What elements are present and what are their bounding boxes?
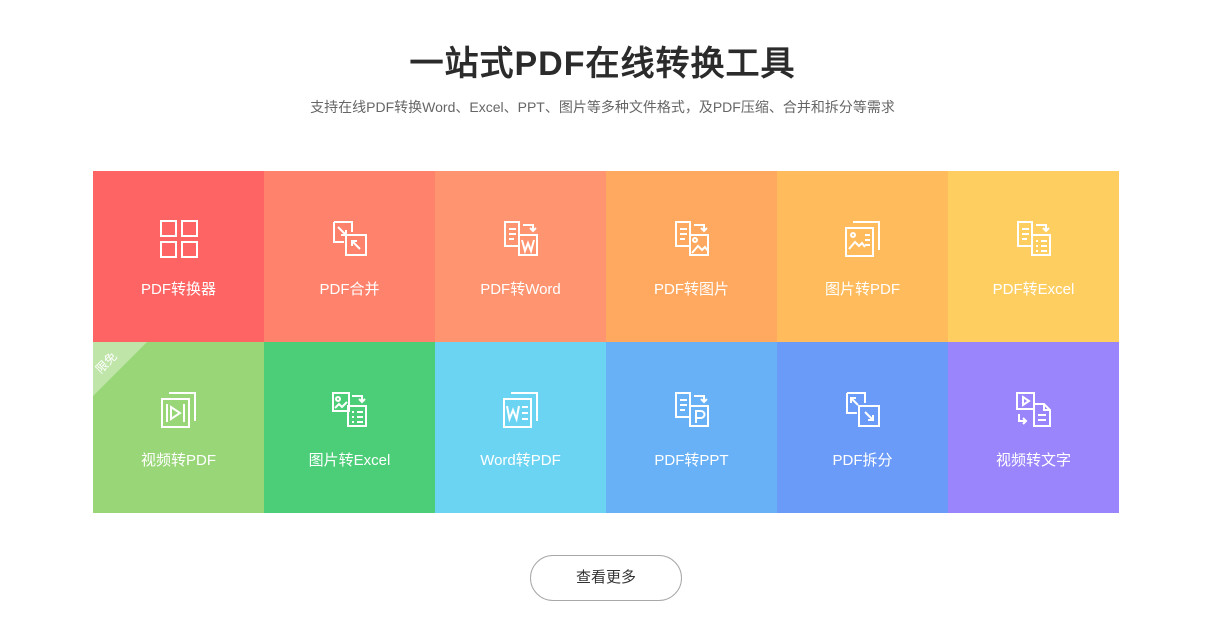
tool-label: PDF转Excel xyxy=(992,281,1075,298)
pdf-to-word-icon xyxy=(501,219,541,259)
view-more-button[interactable]: 查看更多 xyxy=(530,555,682,601)
page-title: 一站式PDF在线转换工具 xyxy=(409,45,796,83)
tool-pdf-merge[interactable]: PDF合并 xyxy=(264,171,435,342)
tool-pdf-converter[interactable]: PDF转换器 xyxy=(93,171,264,342)
tool-pdf-to-ppt[interactable]: PDF转PPT xyxy=(606,342,777,513)
tool-label: PDF转PPT xyxy=(654,452,729,469)
tool-label: 图片转PDF xyxy=(824,281,900,298)
tool-pdf-to-excel[interactable]: PDF转Excel xyxy=(948,171,1119,342)
tool-pdf-split[interactable]: PDF拆分 xyxy=(777,342,948,513)
image-to-pdf-icon xyxy=(843,219,883,259)
tool-image-to-pdf[interactable]: 图片转PDF xyxy=(777,171,948,342)
pdf-to-excel-icon xyxy=(1014,219,1054,259)
tool-pdf-to-image[interactable]: PDF转图片 xyxy=(606,171,777,342)
tool-label: 视频转PDF xyxy=(140,452,216,469)
tool-label: PDF拆分 xyxy=(832,452,893,469)
word-to-pdf-icon xyxy=(501,390,541,430)
video-to-pdf-icon xyxy=(159,390,199,430)
image-to-excel-icon xyxy=(330,390,370,430)
pdf-to-image-icon xyxy=(672,219,712,259)
tool-video-to-text[interactable]: 视频转文字 xyxy=(948,342,1119,513)
tool-label: 图片转Excel xyxy=(308,452,391,469)
tool-word-to-pdf[interactable]: Word转PDF xyxy=(435,342,606,513)
tool-pdf-to-word[interactable]: PDF转Word xyxy=(435,171,606,342)
tool-label: PDF转Word xyxy=(480,281,561,298)
tool-label: Word转PDF xyxy=(480,452,561,469)
pdf-to-ppt-icon xyxy=(672,390,712,430)
page-subtitle: 支持在线PDF转换Word、Excel、PPT、图片等多种文件格式，及PDF压缩… xyxy=(310,99,895,115)
tool-image-to-excel[interactable]: 图片转Excel xyxy=(264,342,435,513)
tool-grid: PDF转换器 PDF合并 PDF转Word PDF转图片 图片转PDF PDF转… xyxy=(93,171,1119,513)
split-icon xyxy=(843,390,883,430)
tool-video-to-pdf[interactable]: 限免 视频转PDF xyxy=(93,342,264,513)
tool-label: PDF合并 xyxy=(319,281,380,298)
tool-label: PDF转图片 xyxy=(653,281,729,298)
tool-label: PDF转换器 xyxy=(140,281,216,298)
video-to-text-icon xyxy=(1014,390,1054,430)
grid-icon xyxy=(159,219,199,259)
merge-icon xyxy=(330,219,370,259)
tool-label: 视频转文字 xyxy=(995,452,1071,469)
